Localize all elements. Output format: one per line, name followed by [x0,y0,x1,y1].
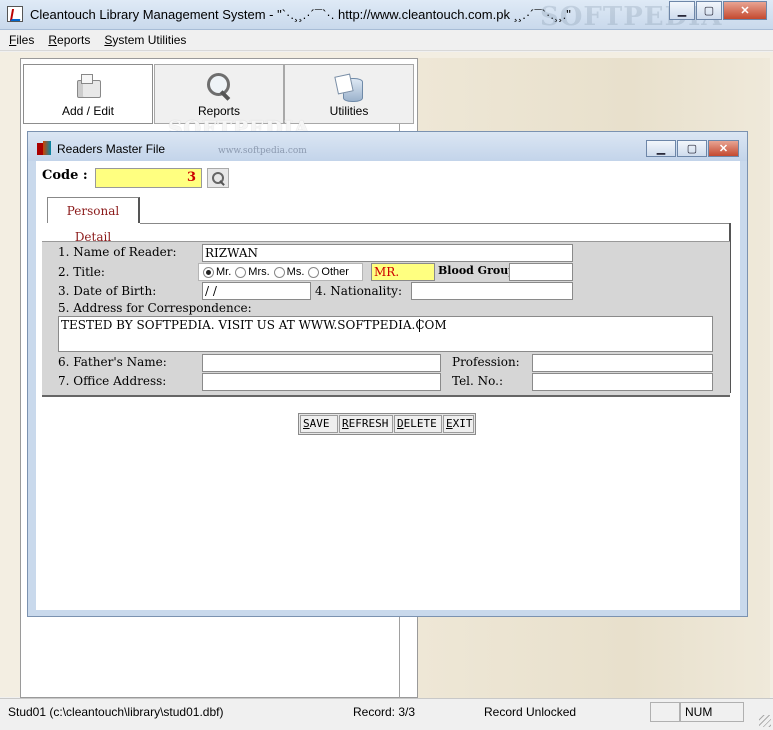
books-icon [37,141,51,155]
tel-label: Tel. No.: [452,374,504,388]
save-button[interactable]: SAVE [300,415,338,433]
blood-group-label: Blood Group [438,264,516,277]
database-icon [334,72,364,102]
status-file: Stud01 (c:\cleantouch\library\stud01.dbf… [8,705,224,719]
minimize-button[interactable]: ▁ [669,1,695,20]
name-field[interactable]: RIZWAN [202,244,573,262]
reports-button[interactable]: Reports [154,64,284,124]
close-icon: ✕ [718,143,729,155]
dob-label: 3. Date of Birth: [58,284,157,298]
exit-button[interactable]: EXIT [443,415,474,433]
nationality-field[interactable] [411,282,573,300]
nationality-label: 4. Nationality: [315,284,403,298]
minimize-icon: ▁ [677,5,687,17]
address-field[interactable]: TESTED BY SOFTPEDIA. VISIT US AT WWW.SOF… [58,316,713,352]
status-num-indicator: NUM [680,702,744,722]
child-title-bar: Readers Master File www.softpedia.com ▁ … [28,132,747,161]
child-close-button[interactable]: ✕ [708,140,739,157]
radio-icon [235,266,247,278]
tab-divider [140,223,730,224]
caption-buttons: ▁ ▢ ✕ [669,1,767,20]
menu-bar: Files Reports System Utilities [0,30,773,51]
dob-field[interactable]: / / [202,282,311,300]
blood-group-field[interactable] [509,263,573,281]
close-button[interactable]: ✕ [723,1,767,20]
status-lock: Record Unlocked [484,705,577,719]
address-label: 5. Address for Correspondence: [58,301,252,315]
maximize-button[interactable]: ▢ [696,1,722,20]
utilities-button[interactable]: Utilities [284,64,414,124]
tel-field[interactable] [532,373,713,391]
window-title: Cleantouch Library Management System - "… [30,7,571,22]
status-bar: Stud01 (c:\cleantouch\library\stud01.dbf… [0,698,773,730]
tab-personal-detail[interactable]: Personal Detail [47,197,140,244]
profession-field[interactable] [532,354,713,372]
minimize-icon: ▁ [656,143,666,155]
maximize-icon: ▢ [686,143,698,155]
father-name-field[interactable] [202,354,441,372]
radio-icon [273,266,285,278]
address-text: TESTED BY SOFTPEDIA. VISIT US AT WWW.SOF… [61,318,447,332]
app-title-bar: Cleantouch Library Management System - "… [0,0,773,32]
code-search-button[interactable] [207,168,229,188]
add-edit-label: Add / Edit [61,104,115,118]
name-label: 1. Name of Reader: [58,245,177,259]
radio-mrs[interactable]: Mrs. [235,266,270,278]
command-buttons: SAVE REFRESH DELETE EXIT [298,413,476,435]
radio-ms[interactable]: Ms. [273,266,304,278]
keys-icon [73,72,103,102]
delete-button[interactable]: DELETE [394,415,442,433]
radio-selected-icon [203,266,214,278]
title-radio-group: Mr. Mrs. Ms. Other [198,263,363,281]
text-cursor [419,319,420,332]
child-caption-buttons: ▁ ▢ ✕ [646,140,739,157]
child-maximize-button[interactable]: ▢ [677,140,707,157]
maximize-icon: ▢ [703,5,715,17]
app-icon[interactable] [7,6,23,22]
father-name-label: 6. Father's Name: [58,355,167,369]
office-address-label: 7. Office Address: [58,374,167,388]
radio-mr[interactable]: Mr. [203,266,231,278]
status-record: Record: 3/3 [353,705,416,719]
menu-reports[interactable]: Reports [48,33,90,47]
status-caps-indicator [650,702,680,722]
readers-master-window: Readers Master File www.softpedia.com ▁ … [27,131,748,617]
magnifier-icon [204,72,234,102]
resize-grip-icon[interactable] [759,715,771,727]
title-label: 2. Title: [58,265,105,279]
child-window-title: Readers Master File [57,142,166,156]
code-input[interactable]: 3 [95,168,202,188]
child-body: Code : 3 Personal Detail 1. Name of Read… [36,161,740,610]
office-address-field[interactable] [202,373,441,391]
add-edit-button[interactable]: Add / Edit [23,64,153,124]
close-icon: ✕ [740,5,750,17]
code-label: Code : [42,168,88,183]
refresh-button[interactable]: REFRESH [339,415,393,433]
url-watermark: www.softpedia.com [218,146,307,156]
menu-files[interactable]: Files [9,33,34,47]
menu-system-utilities[interactable]: System Utilities [104,33,186,47]
radio-other[interactable]: Other [308,266,349,278]
title-text-field[interactable]: MR. [371,263,435,281]
profession-label: Profession: [452,355,520,369]
personal-detail-form: 1. Name of Reader: RIZWAN 2. Title: Mr. … [42,241,730,397]
child-minimize-button[interactable]: ▁ [646,140,676,157]
radio-icon [308,266,320,278]
